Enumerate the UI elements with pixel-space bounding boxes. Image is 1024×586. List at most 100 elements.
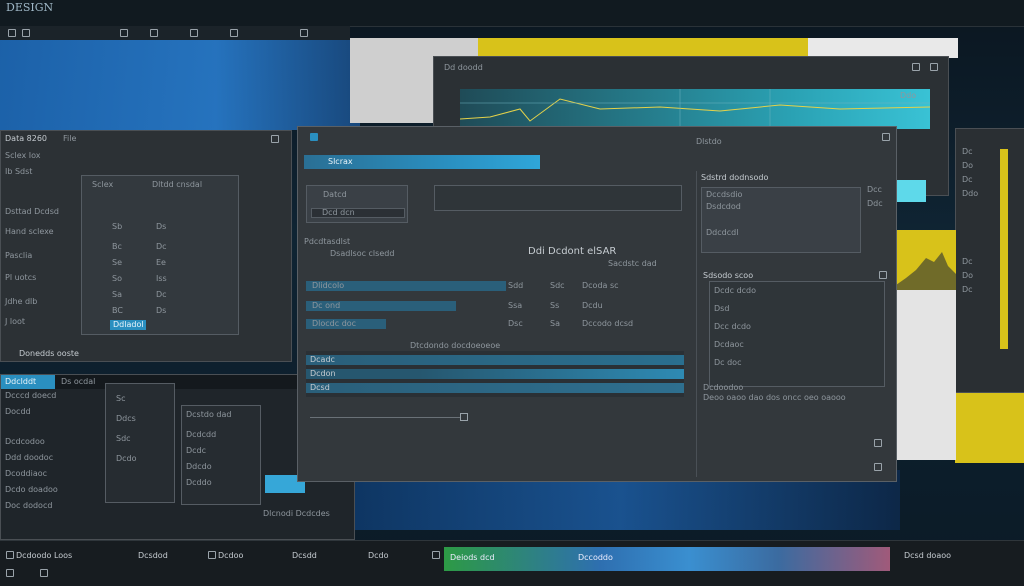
taskbar-item[interactable]: Dcsdd [292, 551, 317, 561]
redo-icon[interactable] [190, 29, 198, 37]
right-panel-item[interactable]: Dc [962, 175, 973, 185]
minimize-icon[interactable] [912, 63, 920, 71]
list-item[interactable]: Ddd doodoc [5, 453, 53, 463]
right-panel[interactable]: Dc Do Dc Ddo Dc Do Dc [955, 128, 1024, 393]
lower-row-label: Dcdon [310, 369, 336, 378]
list-item[interactable]: Dcdaoc [714, 340, 744, 350]
tab-label[interactable]: Ds ocdal [61, 377, 95, 387]
chart-window-title: Dd doodd [444, 63, 483, 72]
sidebar-item[interactable]: Ib Sdst [5, 167, 32, 177]
close-icon[interactable] [930, 63, 938, 71]
table-cell: Dlocdc doc [312, 319, 357, 328]
list-item[interactable]: Dcdo doadoo [5, 485, 58, 495]
list-item[interactable]: Dcc dcdo [714, 322, 751, 332]
table-cell: Dcoda sc [582, 281, 619, 290]
top-menubar: DESIGN [0, 0, 1024, 27]
search-block[interactable] [434, 185, 682, 211]
table-cell: Sc [116, 394, 126, 403]
sidebar-item[interactable]: Hand sclexe [5, 227, 54, 237]
taskbar-item[interactable]: Deiods dcd [450, 553, 495, 563]
scroll-up-icon[interactable] [874, 439, 882, 447]
file-icon[interactable] [8, 29, 16, 37]
close-icon[interactable] [271, 135, 279, 143]
yellow-block-right [955, 393, 1024, 463]
left-sidebar: Sclex Iox Ib Sdst Dsttad Dcdsd Hand scle… [1, 151, 77, 341]
right-panel-item[interactable]: Dc [962, 285, 973, 295]
taskbar-item[interactable]: Dcdoodo Loos [16, 551, 72, 561]
sidebar-item[interactable]: Dsttad Dcdsd [5, 207, 59, 217]
left-panel[interactable]: Data 8260 File Sclex Iox Ib Sdst Dsttad … [0, 130, 292, 362]
list-item[interactable]: Dcccd doecd [5, 391, 56, 401]
chat-icon[interactable] [432, 551, 440, 559]
taskbar-item[interactable]: Dcsd doaoo [904, 551, 951, 561]
list-item[interactable]: Doc dodocd [5, 501, 52, 511]
center-title: Ddi Dcdont elSAR [528, 246, 617, 257]
progress-bar [306, 383, 684, 393]
left-panel-status: Donedds ooste [19, 349, 79, 358]
right-panel-title: Sdstrd dodnsodo [701, 173, 769, 182]
title-bar: Slcrax [304, 155, 540, 169]
right-panel-item[interactable]: Dc [962, 257, 973, 267]
terminal-icon[interactable] [208, 551, 216, 559]
list-item[interactable]: Dcdc dcdo [714, 286, 756, 296]
close-icon[interactable] [882, 133, 890, 141]
table-cell: Ddcs [116, 414, 136, 423]
right-panel-item[interactable]: Do [962, 161, 973, 171]
list-item[interactable]: Dcoddiaoc [5, 469, 47, 479]
close-icon[interactable] [879, 271, 887, 279]
field-input[interactable]: Dcd dcn [311, 208, 405, 218]
table-cell: So [112, 274, 122, 283]
start-icon[interactable] [6, 551, 14, 559]
table-cell: Sdd [508, 281, 524, 290]
list-item[interactable]: Docdd [5, 407, 31, 417]
tab-active[interactable]: Ddclddt [1, 375, 55, 389]
subhead: Dsadlsoc clsedd [330, 249, 395, 258]
right-panel-item[interactable]: Do [962, 271, 973, 281]
cyan-block [896, 180, 926, 202]
chart-line [460, 89, 930, 129]
right-item[interactable]: Dsdcdod [706, 202, 741, 212]
right-item[interactable]: Dccdsdio [706, 190, 742, 200]
right-panel-yellow-bar [1000, 149, 1008, 349]
right-panel-item[interactable]: Ddo [962, 189, 978, 199]
taskbar-item[interactable]: Dcdoo [218, 551, 243, 561]
table-cell: Ddcdo [186, 462, 212, 471]
data-table: Dlidcolo Sdd Sdc Dcoda sc Dc ond Ssa Ss … [306, 267, 684, 331]
left-panel-title: Data 8260 [5, 134, 48, 143]
grid-icon[interactable] [230, 29, 238, 37]
sidebar-item[interactable]: J loot [5, 317, 25, 327]
col-header: Sclex [92, 180, 114, 189]
main-dialog[interactable]: Slcrax Dlstdo Datcd Dcd dcn Pdcdtasdlst … [297, 126, 897, 482]
sidebar-item[interactable]: Jdhe dlb [5, 297, 37, 307]
list-item[interactable]: Dcdcodoo [5, 437, 45, 447]
taskbar-item[interactable]: Dccoddo [578, 553, 613, 563]
table-cell: Dcdcdd [186, 430, 217, 439]
folder-icon[interactable] [22, 29, 30, 37]
progress-bar [306, 355, 684, 365]
taskbar-item[interactable]: Dcsdod [138, 551, 168, 561]
sidebar-item[interactable]: Pasclia [5, 251, 32, 261]
right-sub-title: Sdsodo scoo [703, 271, 754, 280]
mid-label: Dtcdondo docdoeoeoe [410, 341, 501, 350]
settings-icon[interactable] [300, 29, 308, 37]
sidebar-item[interactable]: Sclex Iox [5, 151, 41, 161]
save-icon[interactable] [120, 29, 128, 37]
slider-track[interactable] [310, 417, 460, 418]
list-item[interactable]: Dsd [714, 304, 729, 314]
chart-plot-area [460, 89, 930, 129]
table-cell: Ssa [508, 301, 523, 310]
right-panel-item[interactable]: Dc [962, 147, 973, 157]
taskbar-item[interactable]: Dcdo [368, 551, 389, 561]
scroll-down-icon[interactable] [874, 463, 882, 471]
chart-tag: Ddo [900, 91, 917, 100]
sidebar-item[interactable]: Pl uotcs [5, 273, 36, 283]
folder-icon[interactable] [6, 569, 14, 577]
action-button[interactable]: Ddladol [110, 320, 146, 330]
list-item[interactable]: Dc doc [714, 358, 741, 368]
browser-icon[interactable] [40, 569, 48, 577]
table-cell: Sa [112, 290, 122, 299]
bottom-col3: Dcstdo dad Dcdcdd Dcdc Ddcdo Dcddo [181, 405, 261, 505]
right-item[interactable]: Ddcdcdl [706, 228, 738, 238]
menu-file[interactable]: File [63, 134, 76, 144]
undo-icon[interactable] [150, 29, 158, 37]
